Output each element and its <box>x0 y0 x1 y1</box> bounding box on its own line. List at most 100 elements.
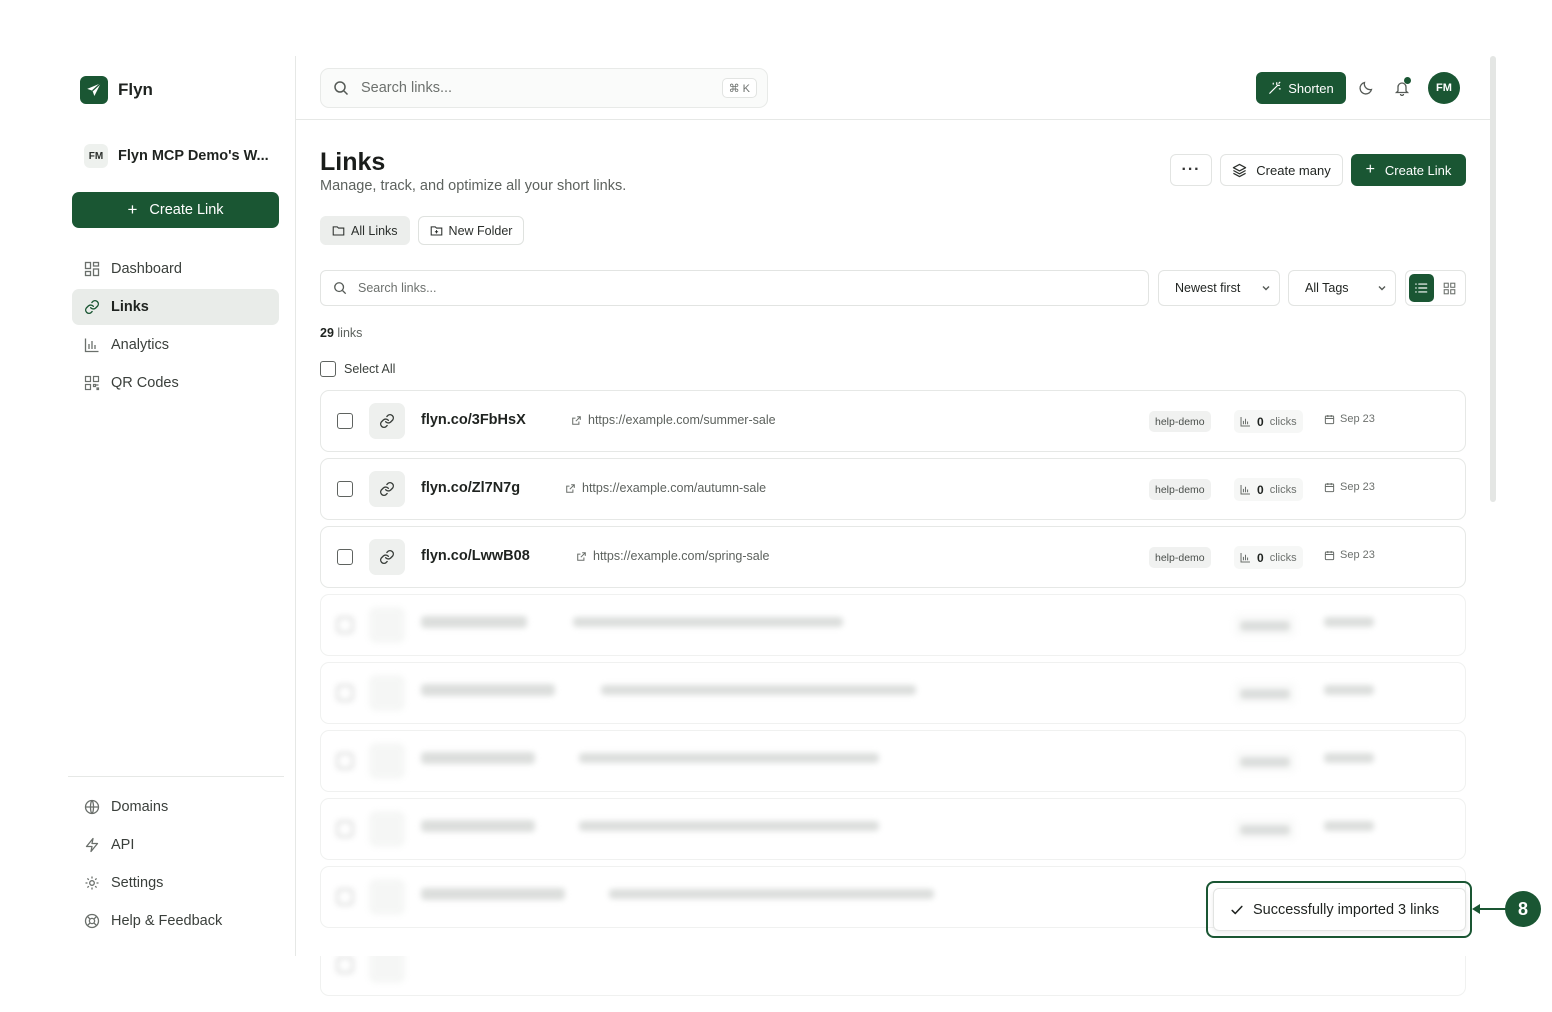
clicks-badge[interactable]: 0 clicks <box>1234 546 1303 569</box>
global-search-input[interactable] <box>361 80 701 96</box>
search-icon <box>334 282 347 295</box>
create-link-button[interactable]: + Create Link <box>1351 154 1466 186</box>
created-date-placeholder <box>1324 821 1374 831</box>
clicks-label: clicks <box>1269 415 1297 428</box>
tag-badge[interactable]: help-demo <box>1149 411 1211 432</box>
created-date-placeholder <box>1324 753 1374 763</box>
sidebar-item-help-feedback[interactable]: Help & Feedback <box>72 903 279 939</box>
row-checkbox <box>337 957 353 973</box>
create-many-label: Create many <box>1256 162 1331 178</box>
sidebar-item-domains[interactable]: Domains <box>72 789 279 825</box>
destination-url-text: https://example.com/autumn-sale <box>582 481 767 495</box>
toast-message: Successfully imported 3 links <box>1253 901 1440 918</box>
destination-url[interactable]: https://example.com/summer-sale <box>571 413 776 427</box>
clicks-badge[interactable]: 0 clicks <box>1234 410 1303 433</box>
global-search[interactable]: ⌘ K <box>320 68 768 108</box>
shorten-button[interactable]: Shorten <box>1256 72 1346 104</box>
scrollbar[interactable] <box>1490 56 1496 502</box>
user-avatar[interactable]: FM <box>1428 72 1460 104</box>
sidebar-item-analytics[interactable]: Analytics <box>72 327 279 363</box>
link-row-blurred <box>320 798 1466 860</box>
created-date: Sep 23 <box>1324 549 1375 561</box>
tag-badge[interactable]: help-demo <box>1149 479 1211 500</box>
sidebar-item-links[interactable]: Links <box>72 289 279 325</box>
sidebar-item-settings[interactable]: Settings <box>72 865 279 901</box>
destination-url[interactable]: https://example.com/autumn-sale <box>565 481 766 495</box>
links-count-suffix: links <box>337 326 363 340</box>
short-link-placeholder <box>421 684 555 700</box>
sidebar-item-label: Links <box>111 299 149 315</box>
sidebar-create-link-button[interactable]: + Create Link <box>72 192 279 228</box>
destination-url-placeholder <box>579 821 879 831</box>
sidebar-item-label: Help & Feedback <box>111 913 223 929</box>
link-icon <box>369 471 405 507</box>
bar-chart-icon <box>1240 553 1250 563</box>
sort-select-value: Newest first <box>1175 281 1241 295</box>
select-all-checkbox[interactable] <box>320 361 336 377</box>
row-checkbox <box>337 821 353 837</box>
sidebar-item-api[interactable]: API <box>72 827 279 863</box>
link-row-blurred <box>320 594 1466 656</box>
destination-url[interactable]: https://example.com/spring-sale <box>576 549 769 563</box>
link-row[interactable]: flyn.co/Zl7N7g https://example.com/autum… <box>320 458 1466 520</box>
select-all-label: Select All <box>344 362 396 376</box>
created-date-placeholder <box>1324 685 1374 695</box>
short-link[interactable]: flyn.co/3FbHsX <box>421 412 526 428</box>
link-row[interactable]: flyn.co/3FbHsX https://example.com/summe… <box>320 390 1466 452</box>
create-many-button[interactable]: Create many <box>1220 154 1343 186</box>
search-icon <box>334 81 349 96</box>
sidebar-item-dashboard[interactable]: Dashboard <box>72 251 279 287</box>
sort-select[interactable]: Newest first <box>1158 270 1280 306</box>
clicks-badge-placeholder <box>1234 682 1296 705</box>
sidebar-item-label: Analytics <box>111 337 170 353</box>
short-link-placeholder <box>421 888 565 904</box>
row-checkbox <box>337 753 353 769</box>
link-row-blurred <box>320 730 1466 792</box>
created-date: Sep 23 <box>1324 413 1375 425</box>
clicks-badge-placeholder <box>1234 614 1296 637</box>
notifications-button[interactable] <box>1390 76 1414 100</box>
calendar-icon <box>1324 550 1335 560</box>
short-link[interactable]: flyn.co/Zl7N7g <box>421 480 520 496</box>
tags-select[interactable]: All Tags <box>1288 270 1396 306</box>
folder-tabs: All Links New Folder <box>320 216 525 245</box>
clicks-badge[interactable]: 0 clicks <box>1234 478 1303 501</box>
select-all[interactable]: Select All <box>320 361 395 377</box>
folder-all-links[interactable]: All Links <box>320 216 410 245</box>
links-search-input[interactable] <box>358 281 1058 295</box>
callout-step-badge: 8 <box>1505 891 1541 927</box>
destination-url-placeholder <box>579 753 879 763</box>
calendar-icon <box>1324 414 1335 424</box>
bar-chart-icon <box>1240 485 1250 495</box>
row-checkbox <box>337 617 353 633</box>
brand[interactable]: Flyn <box>80 76 153 104</box>
lifebuoy-icon <box>84 913 100 929</box>
sidebar-create-link-label: Create Link <box>149 202 224 218</box>
workspace-switcher[interactable]: FM Flyn MCP Demo's W... <box>84 144 284 168</box>
row-checkbox[interactable] <box>337 413 353 429</box>
sidebar-item-qr-codes[interactable]: QR Codes <box>72 365 279 401</box>
theme-toggle[interactable] <box>1354 76 1378 100</box>
short-link-placeholder <box>421 752 535 768</box>
link-icon <box>369 675 405 711</box>
layers-icon <box>1233 163 1247 177</box>
row-checkbox[interactable] <box>337 549 353 565</box>
dashboard-icon <box>84 261 100 277</box>
more-options-button[interactable]: ··· <box>1170 154 1212 186</box>
tag-badge[interactable]: help-demo <box>1149 547 1211 568</box>
list-view-button[interactable] <box>1409 274 1434 302</box>
clicks-count: 0 <box>1257 414 1264 429</box>
grid-view-button[interactable] <box>1438 274 1463 302</box>
link-icon <box>369 743 405 779</box>
chevron-down-icon <box>1378 286 1386 291</box>
link-row[interactable]: flyn.co/LwwB08 https://example.com/sprin… <box>320 526 1466 588</box>
row-checkbox[interactable] <box>337 481 353 497</box>
link-icon <box>85 300 99 314</box>
workspace-name: Flyn MCP Demo's W... <box>118 148 269 164</box>
new-folder-button[interactable]: New Folder <box>417 216 525 245</box>
callout-connector <box>1476 908 1506 910</box>
links-search[interactable] <box>320 270 1149 306</box>
short-link[interactable]: flyn.co/LwwB08 <box>421 548 530 564</box>
success-toast[interactable]: Successfully imported 3 links <box>1213 888 1466 931</box>
created-date: Sep 23 <box>1324 481 1375 493</box>
